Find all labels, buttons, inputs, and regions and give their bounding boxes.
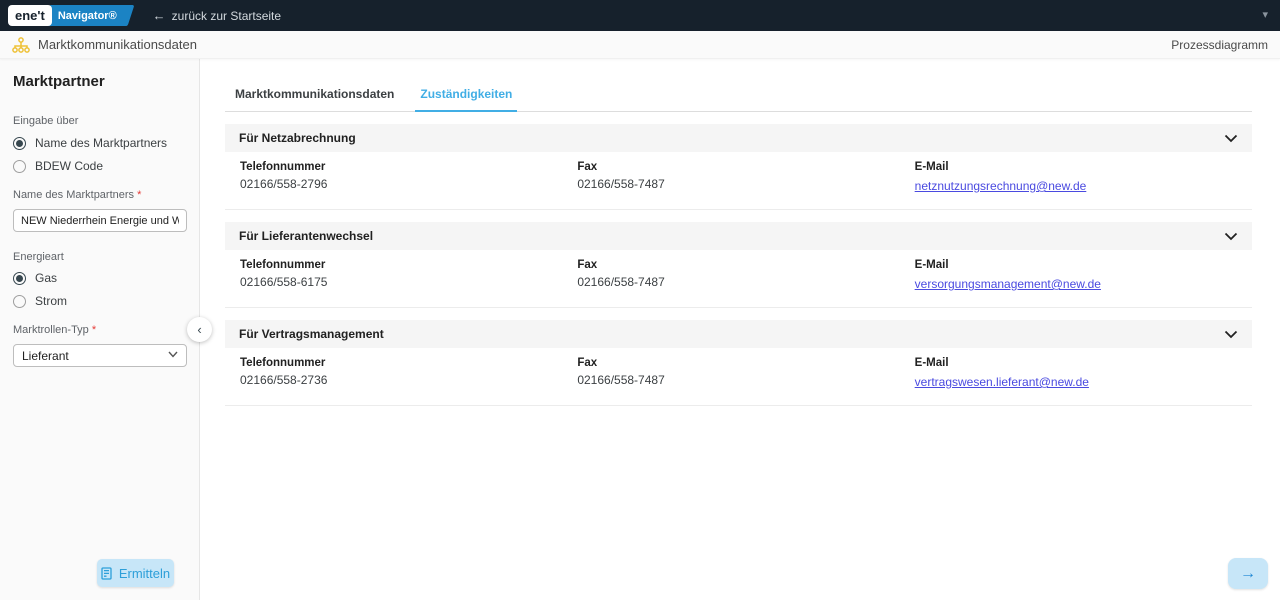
section-body: Telefonnummer 02166/558-6175 Fax 02166/5… xyxy=(225,250,1252,308)
section-title: Für Lieferantenwechsel xyxy=(239,229,373,243)
tab-zustaendigkeiten[interactable]: Zuständigkeiten xyxy=(420,87,512,111)
market-role-label: Marktrollen-Typ * xyxy=(13,324,186,336)
ermitteln-label: Ermitteln xyxy=(119,566,170,581)
sidebar-form: Marktpartner Eingabe über Name des Markt… xyxy=(0,59,200,600)
navigator-logo-badge: Navigator® xyxy=(42,5,134,26)
layout: Marktpartner Eingabe über Name des Markt… xyxy=(0,59,1280,600)
marktpartner-name-input[interactable] xyxy=(13,209,187,232)
section-vertragsmanagement: Für Vertragsmanagement Telefonnummer 021… xyxy=(225,320,1252,406)
radio-gas[interactable]: Gas xyxy=(13,271,186,285)
section-header[interactable]: Für Vertragsmanagement xyxy=(225,320,1252,348)
fax-label: Fax xyxy=(577,259,914,271)
phone-field: Telefonnummer 02166/558-6175 xyxy=(240,259,577,293)
radio-bdew-code[interactable]: BDEW Code xyxy=(13,159,186,173)
calculator-icon xyxy=(101,567,112,580)
phone-value: 02166/558-6175 xyxy=(240,275,577,289)
email-label: E-Mail xyxy=(915,161,1252,173)
enet-logo-text: ene't xyxy=(8,5,52,26)
back-to-start-link[interactable]: ← zurück zur Startseite xyxy=(153,8,281,23)
fax-field: Fax 02166/558-7487 xyxy=(577,259,914,293)
top-navbar: ene't Navigator® ← zurück zur Startseite… xyxy=(0,0,1280,31)
sidebar-collapse-button[interactable]: ‹ xyxy=(187,317,212,342)
fax-label: Fax xyxy=(577,161,914,173)
radio-strom[interactable]: Strom xyxy=(13,294,186,308)
fax-field: Fax 02166/558-7487 xyxy=(577,357,914,391)
fax-value: 02166/558-7487 xyxy=(577,177,914,191)
tab-marktkommunikationsdaten[interactable]: Marktkommunikationsdaten xyxy=(235,87,394,111)
next-page-button[interactable]: → xyxy=(1228,558,1268,589)
back-link-label: zurück zur Startseite xyxy=(172,9,281,23)
sidebar-title: Marktpartner xyxy=(13,73,186,90)
phone-value: 02166/558-2796 xyxy=(240,177,577,191)
input-mode-label: Eingabe über xyxy=(13,115,186,127)
radio-icon xyxy=(13,137,26,150)
required-asterisk: * xyxy=(92,324,96,336)
section-netzabrechnung: Für Netzabrechnung Telefonnummer 02166/5… xyxy=(225,124,1252,210)
section-title: Für Vertragsmanagement xyxy=(239,327,384,341)
radio-icon xyxy=(13,272,26,285)
radio-label: BDEW Code xyxy=(35,159,103,173)
enet-navigator-logo[interactable]: ene't Navigator® xyxy=(8,5,131,26)
radio-name-des-marktpartners[interactable]: Name des Marktpartners xyxy=(13,136,186,150)
radio-icon xyxy=(13,295,26,308)
tab-bar: Marktkommunikationsdaten Zuständigkeiten xyxy=(225,87,1252,112)
chevron-left-icon: ‹ xyxy=(197,322,201,337)
arrow-right-icon: → xyxy=(1240,565,1256,583)
name-field-label: Name des Marktpartners * xyxy=(13,189,186,201)
email-field: E-Mail vertragswesen.lieferant@new.de xyxy=(915,357,1252,391)
marktrollen-typ-select[interactable]: Lieferant xyxy=(13,344,187,367)
prozessdiagramm-link[interactable]: Prozessdiagramm xyxy=(1171,38,1268,52)
phone-field: Telefonnummer 02166/558-2736 xyxy=(240,357,577,391)
phone-label: Telefonnummer xyxy=(240,161,577,173)
phone-value: 02166/558-2736 xyxy=(240,373,577,387)
section-header[interactable]: Für Lieferantenwechsel xyxy=(225,222,1252,250)
navigator-logo-text: Navigator® xyxy=(58,10,117,22)
chevron-down-icon[interactable] xyxy=(1224,330,1238,339)
page-header: Marktkommunikationsdaten Prozessdiagramm xyxy=(0,31,1280,59)
energy-type-label: Energieart xyxy=(13,251,186,263)
fax-field: Fax 02166/558-7487 xyxy=(577,161,914,195)
select-value: Lieferant xyxy=(22,349,69,363)
email-link[interactable]: netznutzungsrechnung@new.de xyxy=(915,179,1087,193)
section-body: Telefonnummer 02166/558-2796 Fax 02166/5… xyxy=(225,152,1252,210)
chevron-down-icon xyxy=(168,350,178,361)
email-link[interactable]: versorgungsmanagement@new.de xyxy=(915,277,1101,291)
ermitteln-button[interactable]: Ermitteln xyxy=(97,559,174,587)
required-asterisk: * xyxy=(137,189,141,201)
section-header[interactable]: Für Netzabrechnung xyxy=(225,124,1252,152)
chevron-down-icon[interactable] xyxy=(1224,232,1238,241)
radio-label: Strom xyxy=(35,294,67,308)
fax-label: Fax xyxy=(577,357,914,369)
main-content: ‹ Marktkommunikationsdaten Zuständigkeit… xyxy=(200,59,1280,600)
section-body: Telefonnummer 02166/558-2736 Fax 02166/5… xyxy=(225,348,1252,406)
user-menu-caret-icon[interactable]: ▾ xyxy=(1262,8,1268,21)
radio-label: Gas xyxy=(35,271,57,285)
fax-value: 02166/558-7487 xyxy=(577,275,914,289)
sitemap-icon xyxy=(12,37,30,53)
fax-value: 02166/558-7487 xyxy=(577,373,914,387)
radio-label: Name des Marktpartners xyxy=(35,136,167,150)
phone-field: Telefonnummer 02166/558-2796 xyxy=(240,161,577,195)
email-label: E-Mail xyxy=(915,259,1252,271)
email-field: E-Mail versorgungsmanagement@new.de xyxy=(915,259,1252,293)
email-field: E-Mail netznutzungsrechnung@new.de xyxy=(915,161,1252,195)
radio-icon xyxy=(13,160,26,173)
phone-label: Telefonnummer xyxy=(240,357,577,369)
section-lieferantenwechsel: Für Lieferantenwechsel Telefonnummer 021… xyxy=(225,222,1252,308)
email-link[interactable]: vertragswesen.lieferant@new.de xyxy=(915,375,1089,389)
section-title: Für Netzabrechnung xyxy=(239,131,356,145)
phone-label: Telefonnummer xyxy=(240,259,577,271)
chevron-down-icon[interactable] xyxy=(1224,134,1238,143)
email-label: E-Mail xyxy=(915,357,1252,369)
back-arrow-icon: ← xyxy=(153,8,166,23)
page-title: Marktkommunikationsdaten xyxy=(38,37,197,52)
